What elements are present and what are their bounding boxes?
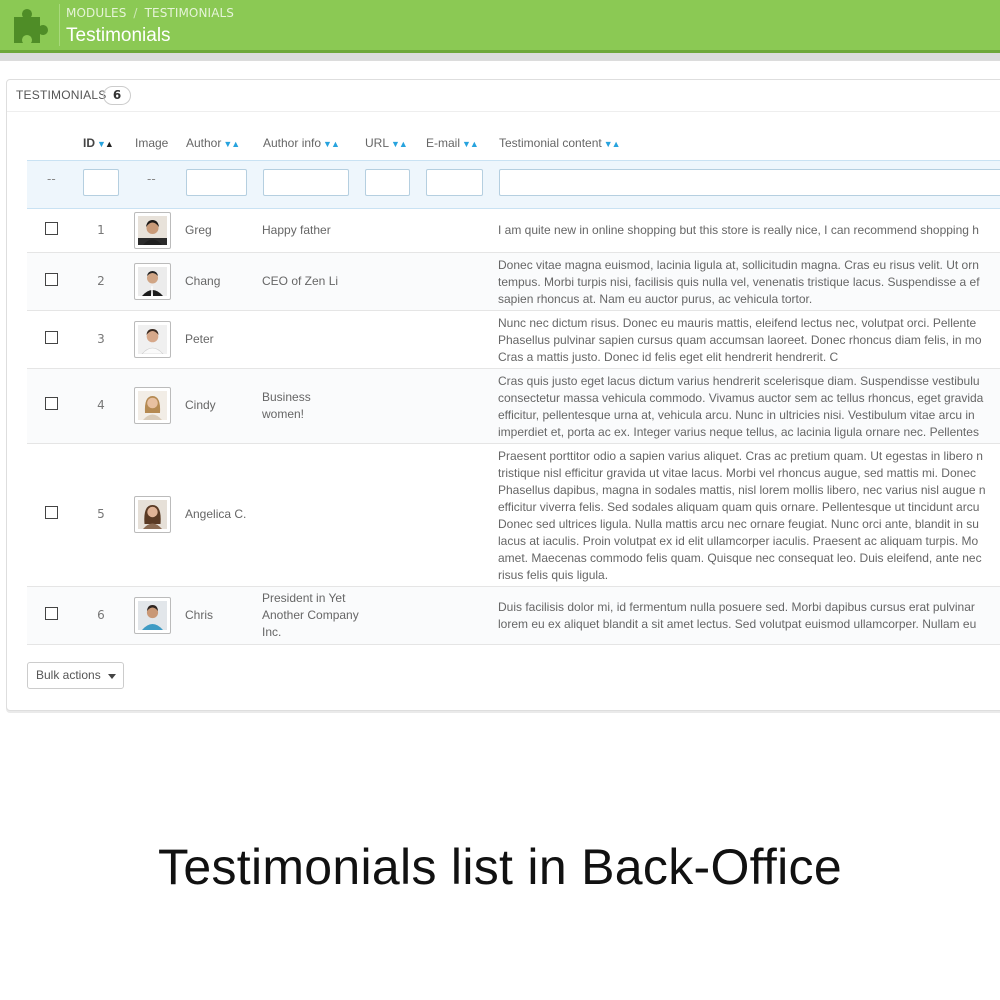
- column-header-url[interactable]: URL ▼▲: [365, 136, 408, 150]
- row-content: I am quite new in online shopping but th…: [498, 223, 979, 237]
- row-author: Peter: [185, 332, 214, 346]
- row-author: Angelica C.: [185, 507, 247, 521]
- table-row[interactable]: 4 Cindy Business women! Cras quis justo …: [27, 369, 1000, 444]
- row-content: Donec vitae magna euismod, lacinia ligul…: [498, 258, 980, 306]
- row-id: 6: [97, 608, 105, 622]
- filter-author-input[interactable]: [186, 169, 247, 196]
- filter-author-info-input[interactable]: [263, 169, 349, 196]
- person-photo-icon: [138, 325, 167, 354]
- avatar: [134, 496, 171, 533]
- sort-arrows-icon[interactable]: ▼▲: [604, 139, 621, 149]
- filter-url-input[interactable]: [365, 169, 410, 196]
- table-row[interactable]: 1 Greg Happy father I am quite new in on…: [27, 209, 1000, 253]
- row-checkbox[interactable]: [45, 506, 58, 519]
- column-header-author-info[interactable]: Author info ▼▲: [263, 136, 340, 150]
- panel-title: TESTIMONIALS: [16, 88, 107, 102]
- bulk-actions-label: Bulk actions: [36, 668, 101, 682]
- caption: Testimonials list in Back-Office: [158, 839, 842, 895]
- breadcrumb: MODULES / TESTIMONIALS: [66, 6, 234, 20]
- page-title: Testimonials: [66, 25, 171, 46]
- breadcrumb-testimonials[interactable]: TESTIMONIALS: [145, 6, 234, 20]
- row-checkbox[interactable]: [45, 331, 58, 344]
- person-photo-icon: [138, 500, 167, 529]
- row-author: Greg: [185, 223, 212, 237]
- sort-arrows-icon[interactable]: ▼▲: [462, 139, 479, 149]
- table-row[interactable]: 5 Angelica C. Praesent porttitor odio a …: [27, 444, 1000, 587]
- table-row[interactable]: 3 Peter Nunc nec dictum risus. Donec eu …: [27, 311, 1000, 369]
- row-author-info: Happy father: [262, 223, 331, 237]
- bulk-actions-button[interactable]: Bulk actions: [27, 662, 124, 689]
- row-content: Praesent porttitor odio a sapien varius …: [498, 449, 986, 582]
- sort-arrows-icon[interactable]: ▼▲: [391, 139, 408, 149]
- avatar: [134, 263, 171, 300]
- row-id: 1: [97, 223, 105, 237]
- avatar: [134, 597, 171, 634]
- row-author: Chang: [185, 274, 221, 288]
- row-author-info: CEO of Zen Li: [262, 274, 339, 288]
- table-row[interactable]: 2 Chang CEO of Zen Li Donec vitae magna …: [27, 253, 1000, 311]
- caret-down-icon: [108, 674, 116, 679]
- breadcrumb-separator: /: [133, 6, 138, 20]
- row-checkbox[interactable]: [45, 397, 58, 410]
- sort-arrows-icon[interactable]: ▼▲: [323, 139, 340, 149]
- row-checkbox[interactable]: [45, 273, 58, 286]
- filter-email-input[interactable]: [426, 169, 483, 196]
- row-id: 5: [97, 507, 105, 521]
- row-id: 4: [97, 398, 105, 412]
- person-photo-icon: [138, 216, 167, 245]
- avatar: [134, 321, 171, 358]
- filter-placeholder: --: [47, 172, 56, 186]
- avatar: [134, 212, 171, 249]
- avatar: [134, 387, 171, 424]
- row-checkbox[interactable]: [45, 607, 58, 620]
- row-content: Duis facilisis dolor mi, id fermentum nu…: [498, 600, 977, 631]
- count-badge: 6: [103, 86, 131, 105]
- column-header-content[interactable]: Testimonial content ▼▲: [499, 136, 621, 150]
- row-author: Chris: [185, 608, 214, 622]
- column-header-image: Image: [135, 136, 169, 150]
- page-header: MODULES / TESTIMONIALS Testimonials: [0, 0, 1000, 53]
- person-photo-icon: [138, 391, 167, 420]
- row-content: Cras quis justo eget lacus dictum varius…: [498, 374, 984, 439]
- header-divider: [59, 4, 60, 46]
- row-checkbox[interactable]: [45, 222, 58, 235]
- person-photo-icon: [138, 267, 167, 296]
- row-id: 3: [97, 332, 105, 346]
- column-header-email[interactable]: E-mail ▼▲: [426, 136, 479, 150]
- filter-content-input[interactable]: [499, 169, 1000, 196]
- sort-arrows-icon[interactable]: ▼▲: [223, 139, 240, 149]
- sort-arrows-icon[interactable]: ▼▲: [97, 139, 114, 149]
- column-header-id[interactable]: ID ▼▲: [83, 136, 114, 150]
- panel-heading: TESTIMONIALS 6: [7, 80, 1000, 112]
- filter-placeholder: --: [147, 172, 156, 186]
- row-author-info: President in Yet Another Company Inc.: [262, 591, 359, 639]
- header-subbar: [0, 53, 1000, 61]
- table-row[interactable]: 6 Chris President in Yet Another Company…: [27, 587, 1000, 645]
- row-author: Cindy: [185, 398, 216, 412]
- breadcrumb-modules[interactable]: MODULES: [66, 6, 126, 20]
- row-content: Nunc nec dictum risus. Donec eu mauris m…: [498, 316, 982, 364]
- column-header-author[interactable]: Author ▼▲: [186, 136, 240, 150]
- puzzle-icon: [14, 8, 48, 43]
- row-author-info: Business women!: [262, 390, 311, 421]
- filter-id-input[interactable]: [83, 169, 119, 196]
- row-id: 2: [97, 274, 105, 288]
- person-photo-icon: [138, 601, 167, 630]
